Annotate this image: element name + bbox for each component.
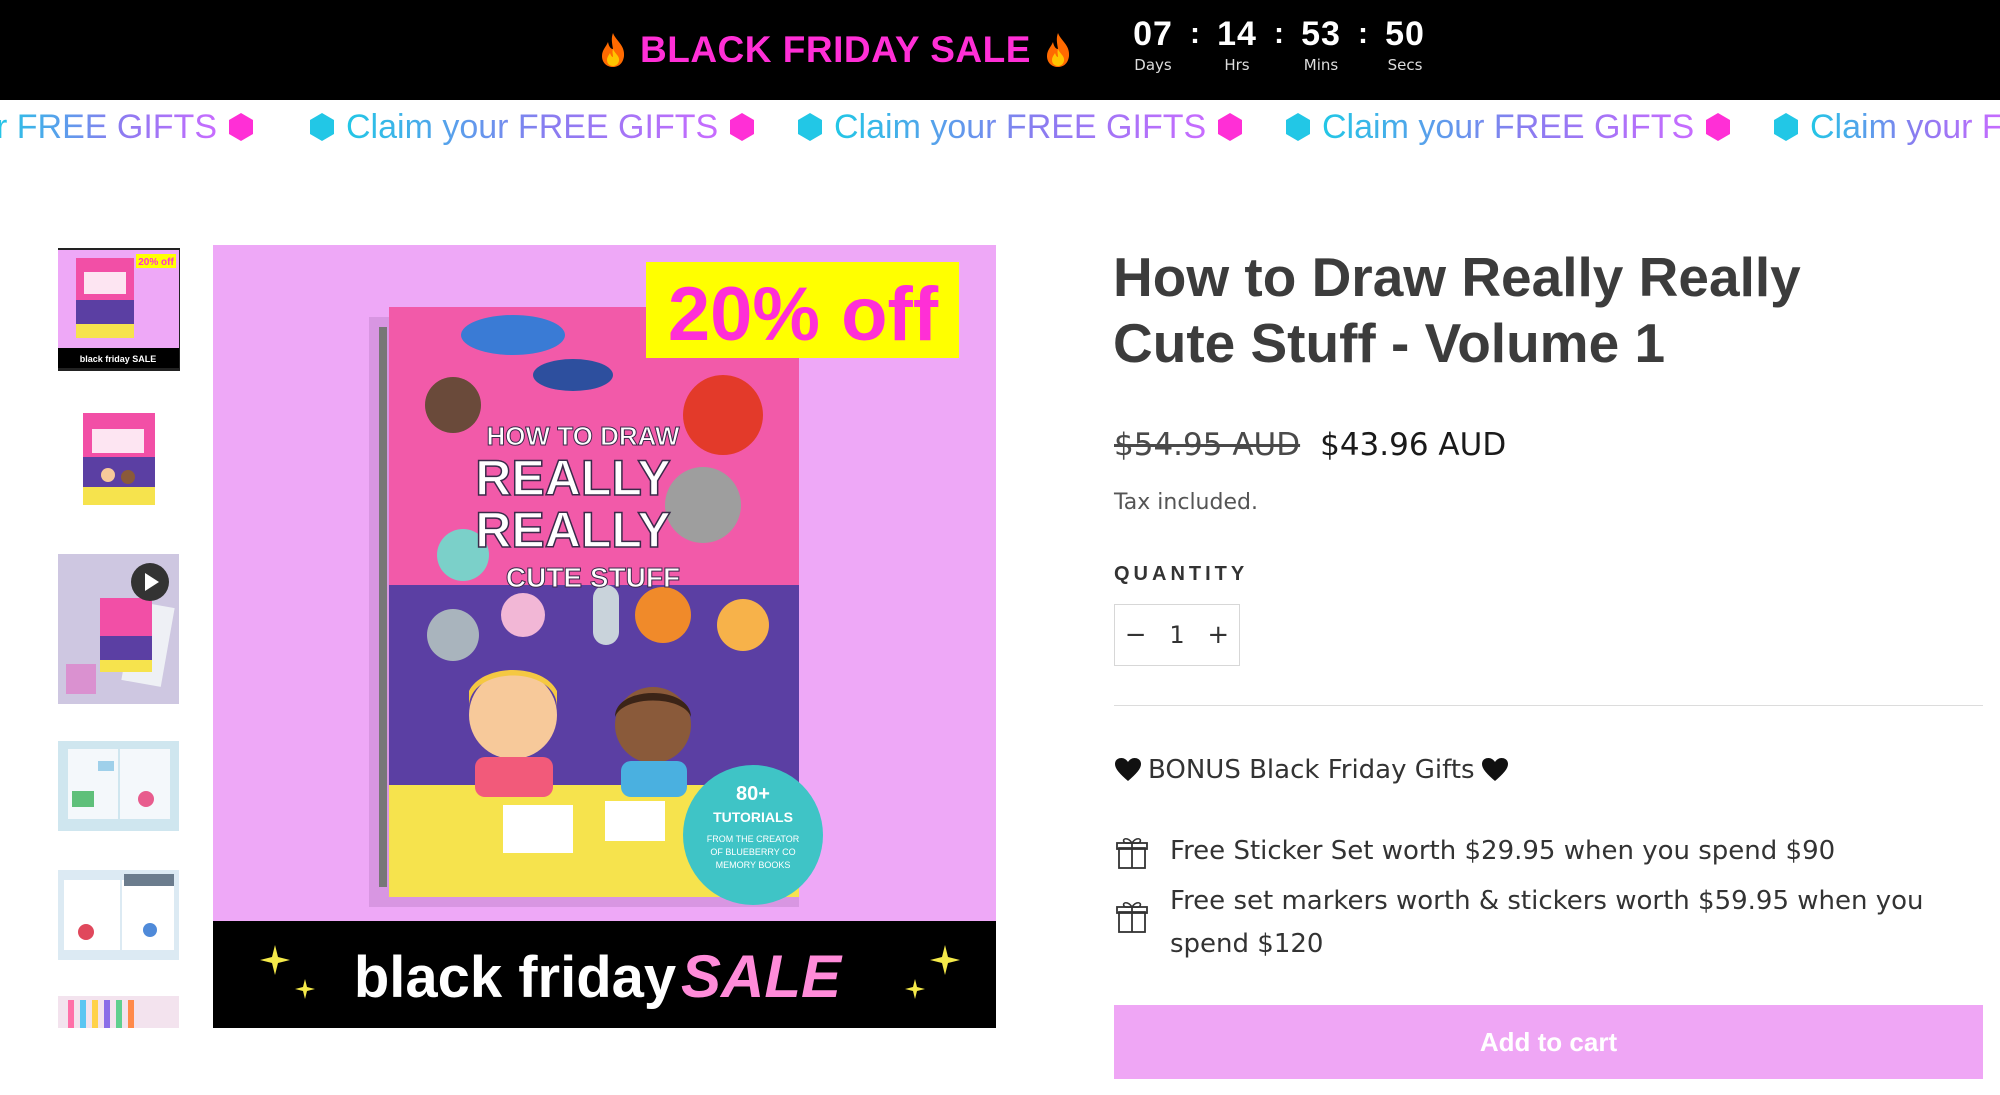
fire-icon [1046,33,1069,67]
marquee-text: Claim your FREE GIFTS [1322,107,1695,146]
gift-icon [1116,901,1148,933]
banner-text-right: SALE [681,943,843,1010]
marquee-item[interactable]: Claim your FREE GIFTS [306,100,758,154]
cover-badge-sub-2: OF BLUEBERRY CO [710,847,795,857]
countdown-separator: : [1274,17,1284,50]
hexagon-badge-icon [798,113,822,141]
thumbnail-image: 20% off black friday SALE [58,250,179,368]
countdown-days-value: 07 [1133,15,1173,53]
gift-item: Free Sticker Set worth $29.95 when you s… [1114,830,1974,873]
countdown-separator: : [1190,17,1200,50]
gift-item: Free set markers worth & stickers worth … [1114,880,1983,966]
price-row: $54.95 AUD $43.96 AUD [1114,420,1506,470]
announcement-bar: BLACK FRIDAY SALE 07 Days : 14 Hrs : 53 … [0,0,2000,100]
thumbnail-coloring-pages[interactable] [58,870,179,960]
countdown-days-label: Days [1134,56,1172,74]
thumbnail-markers[interactable] [58,996,179,1028]
countdown-minutes: 53 Mins [1288,14,1354,76]
book-cover: HOW TO DRAW REALLY REALLY CUTE STUFF 80+… [389,307,823,905]
cover-title-line-1: HOW TO DRAW [486,421,680,451]
thumbnail-badge-text: 20% off [138,257,174,268]
countdown-seconds-label: Secs [1387,56,1423,74]
spiral-binding [379,327,387,887]
sale-price: $43.96 AUD [1320,427,1507,463]
thumbnail-banner-text: black friday SALE [80,354,157,364]
countdown-seconds-value: 50 [1385,15,1425,53]
countdown-hours-value: 14 [1217,15,1257,53]
black-friday-banner: black friday SALE [213,921,996,1028]
marquee-text: Claim your FREE GIFTS [346,107,719,146]
countdown-hours-label: Hrs [1224,56,1250,74]
heart-icon [1115,758,1141,781]
cover-badge-sub-1: FROM THE CREATOR [707,834,800,844]
bonus-heading-text: BONUS Black Friday Gifts [1148,755,1475,785]
thumbnail-image [58,741,179,831]
thumbnail-cover[interactable] [58,403,179,513]
hexagon-badge-icon [1706,113,1731,141]
countdown-seconds: 50 Secs [1372,14,1438,76]
quantity-stepper[interactable]: − 1 + [1114,604,1240,666]
countdown-separator: : [1358,17,1368,50]
free-gifts-marquee[interactable]: r FREE GIFTS Claim your FREE GIFTS Claim… [0,100,2000,154]
quantity-decrease-button[interactable]: − [1115,605,1156,665]
marquee-text: r FREE GIFTS [0,108,217,147]
marquee-text: Claim your F [1810,108,2000,147]
hero-artwork: HOW TO DRAW REALLY REALLY CUTE STUFF 80+… [213,245,996,1028]
countdown-hours: 14 Hrs [1204,14,1270,76]
add-to-cart-button[interactable]: Add to cart [1114,1005,1983,1079]
thumbnail-sale-cover[interactable]: 20% off black friday SALE [58,248,180,371]
cover-title-line-2: REALLY [475,450,670,506]
cover-badge-title: TUTORIALS [713,809,793,825]
compare-at-price: $54.95 AUD [1114,427,1301,463]
thumbnail-image [58,870,179,960]
quantity-increase-button[interactable]: + [1198,605,1239,665]
gift-item-text: Free Sticker Set worth $29.95 when you s… [1170,836,1836,866]
countdown-minutes-value: 53 [1301,15,1341,53]
gift-item-text: Free set markers worth & stickers worth … [1170,886,1924,959]
marquee-item[interactable]: r FREE GIFTS [0,100,257,154]
countdown-timer: 07 Days : 14 Hrs : 53 Mins : 50 Secs [1120,14,1438,84]
marquee-item[interactable]: Claim your FREE GIFTS [794,100,1246,154]
section-divider [1114,705,1983,706]
banner-text-left: black friday [354,945,676,1010]
hexagon-badge-icon [730,113,755,141]
discount-badge: 20% off [646,262,959,358]
discount-badge-text: 20% off [668,272,939,357]
heart-icon [1481,758,1508,781]
main-product-image[interactable]: HOW TO DRAW REALLY REALLY CUTE STUFF 80+… [213,245,996,1028]
gift-icon [1116,837,1148,869]
hexagon-badge-icon [1774,113,1798,141]
fire-icon [602,33,625,67]
thumbnail-activity-pages[interactable] [58,741,179,831]
countdown-days: 07 Days [1120,14,1186,76]
cover-badge-count: 80+ [736,783,770,805]
hexagon-badge-icon [1218,113,1243,141]
quantity-input[interactable]: 1 [1156,621,1197,649]
hexagon-badge-icon [1286,113,1310,141]
product-title: How to Draw Really Really Cute Stuff - V… [1113,246,1801,374]
countdown-minutes-label: Mins [1303,56,1339,74]
marquee-item[interactable]: Claim your F [1770,100,2000,154]
tax-note: Tax included. [1114,490,1258,515]
thumbnail-video[interactable] [58,554,179,704]
marquee-text: Claim your FREE GIFTS [834,107,1207,146]
bonus-heading: BONUS Black Friday Gifts [1114,750,1509,790]
quantity-label: QUANTITY [1114,563,1249,585]
thumbnail-image [58,403,179,513]
thumbnail-image [58,996,179,1028]
marquee-item[interactable]: Claim your FREE GIFTS [1282,100,1734,154]
cover-badge-sub-3: MEMORY BOOKS [716,860,791,870]
hexagon-badge-icon [310,113,334,141]
play-icon[interactable] [130,562,170,602]
cover-title-line-4: CUTE STUFF [506,562,680,593]
thumbnail-gallery: 20% off black friday SALE [58,248,180,1028]
sale-title-text: BLACK FRIDAY SALE [640,29,1031,70]
hexagon-badge-icon [229,113,253,141]
cover-title-line-3: REALLY [475,502,670,558]
sale-title: BLACK FRIDAY SALE [598,26,1073,74]
